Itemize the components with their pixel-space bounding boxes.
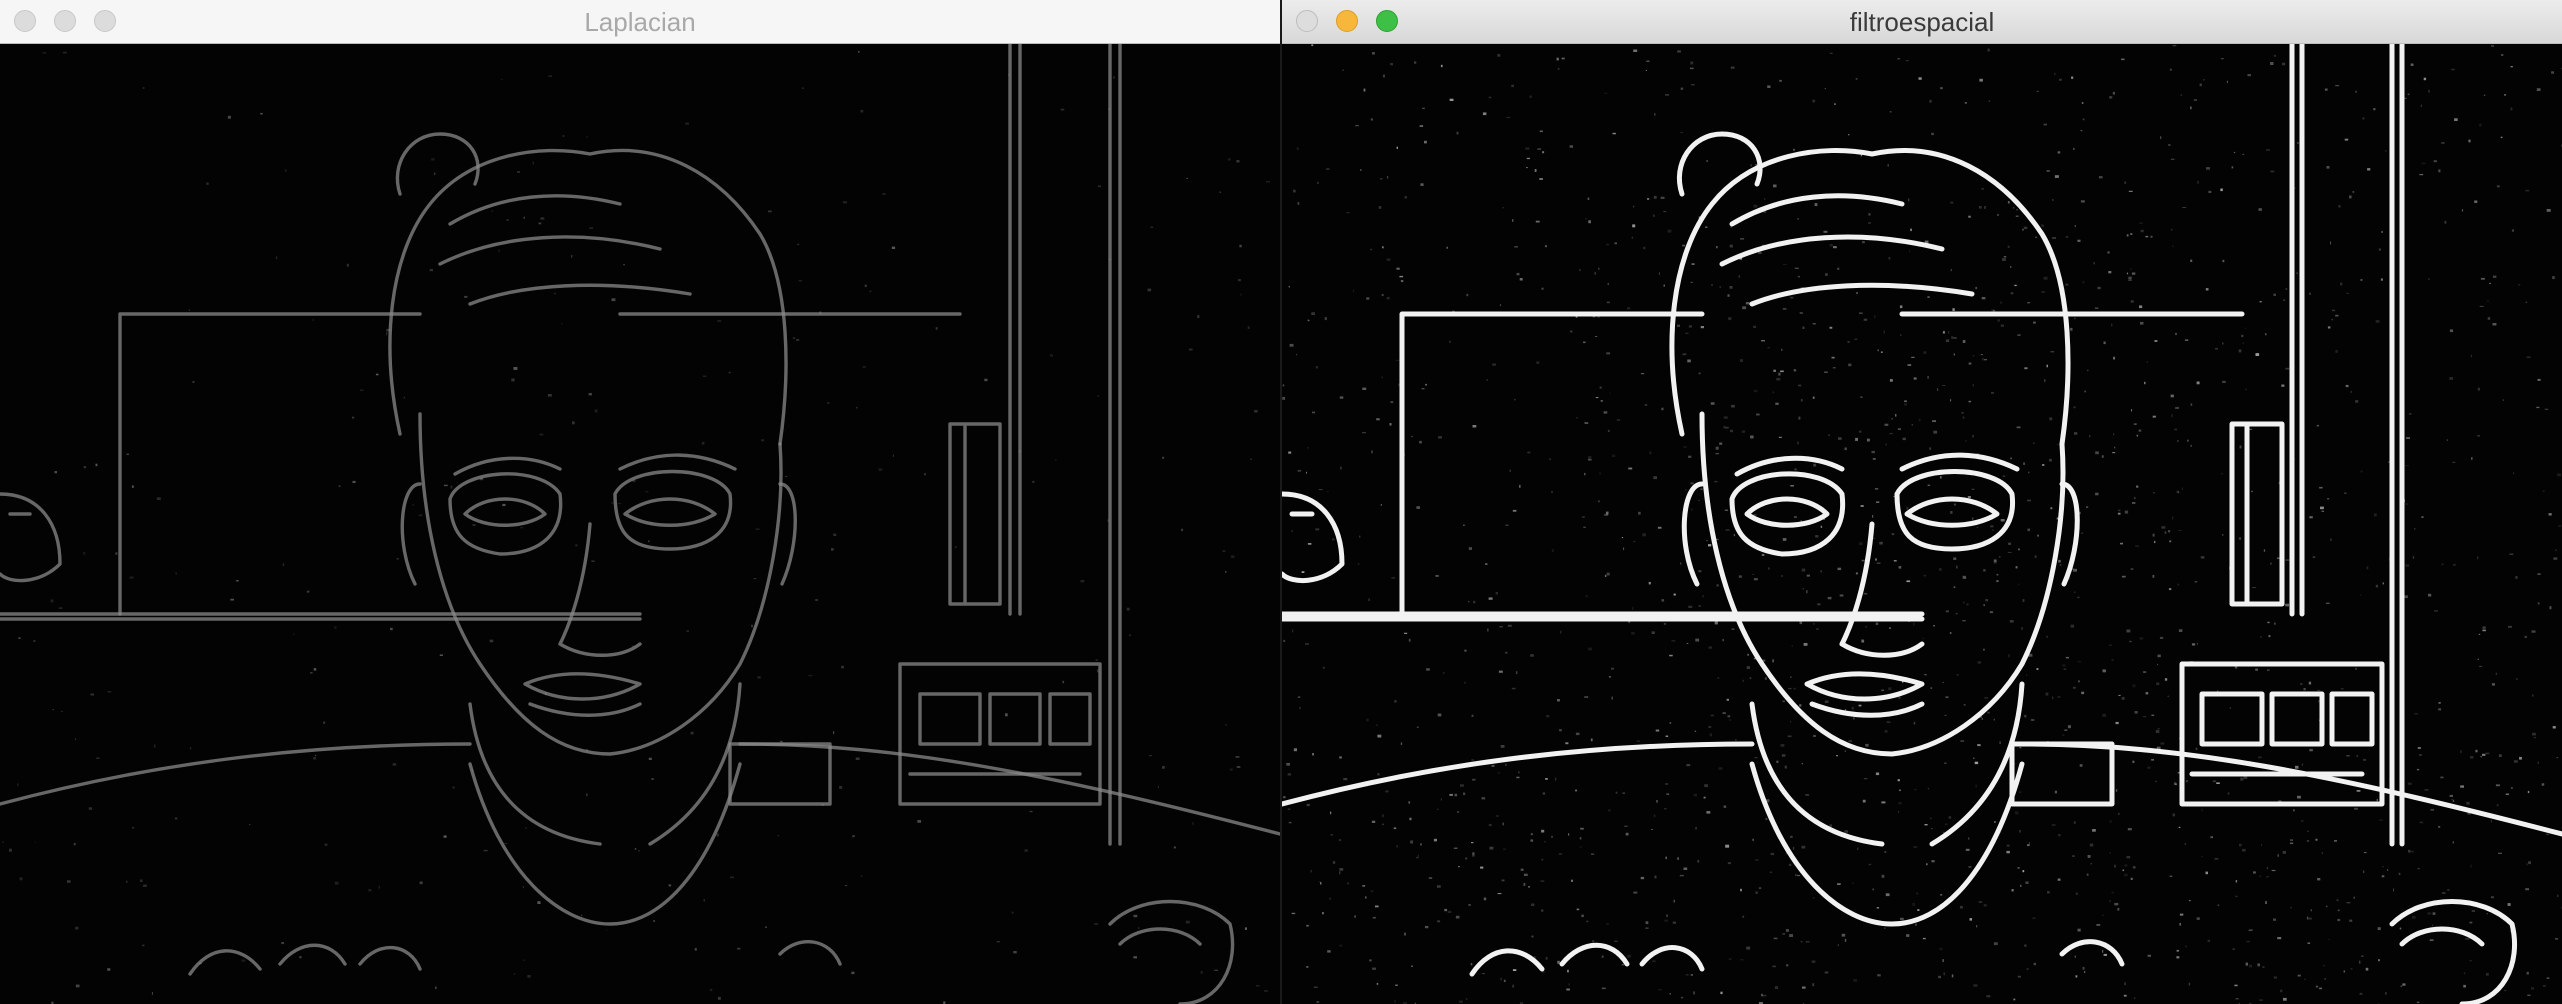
cube	[2009, 741, 2115, 807]
edge-image	[0, 44, 1280, 1004]
shoulders	[0, 742, 1280, 836]
head-outline	[1669, 148, 2071, 447]
shirt-text	[188, 939, 842, 976]
collar	[1749, 761, 2025, 927]
window-title: filtroespacial	[1849, 7, 1995, 37]
mouth	[1804, 671, 1925, 718]
hair-bun	[395, 132, 480, 196]
pole-right	[2389, 44, 2405, 847]
desktop: Laplacian filtroespacial	[0, 0, 2562, 1004]
noise-texture	[2, 50, 1270, 1004]
collar	[468, 762, 742, 926]
microphone	[2389, 899, 2518, 1004]
mouth	[523, 672, 642, 717]
ear-left	[1681, 481, 1705, 587]
shoulders	[1282, 741, 2562, 837]
laplacian-titlebar[interactable]: Laplacian	[0, 0, 1280, 44]
pole-left	[2289, 44, 2305, 617]
laplacian-window: Laplacian	[0, 0, 1280, 1004]
window-title: Laplacian	[584, 7, 696, 37]
shelf-line	[0, 612, 642, 621]
shelf-line	[1282, 611, 1925, 622]
microphone	[1108, 899, 1235, 1004]
nose	[558, 522, 642, 657]
edge-image	[1282, 44, 2562, 1004]
pole-right	[1108, 44, 1122, 846]
eyebrows	[453, 453, 737, 476]
hair-strands	[438, 194, 692, 306]
cube	[728, 742, 832, 806]
filtroespacial-image	[1282, 44, 2562, 1004]
window-frame	[118, 312, 962, 616]
ear-right	[778, 482, 797, 586]
right-eye	[623, 497, 717, 527]
filtroespacial-titlebar[interactable]: filtroespacial	[1282, 0, 2562, 44]
neck	[1749, 681, 2025, 847]
laplacian-image	[0, 44, 1280, 1004]
cabinet	[948, 422, 1002, 606]
neck	[468, 682, 742, 846]
left-objects	[0, 492, 62, 583]
hair-strands	[1719, 193, 1975, 307]
left-eye	[1744, 496, 1830, 528]
hair-bun	[1676, 131, 1763, 197]
left-eye	[463, 497, 547, 527]
left-objects	[1282, 491, 1345, 584]
ear-left	[400, 482, 422, 586]
pole-left	[1008, 44, 1022, 616]
filtroespacial-window: filtroespacial	[1282, 0, 2562, 1004]
cabinet	[2229, 421, 2285, 607]
noise-texture	[1282, 44, 2562, 1004]
head-outline	[388, 148, 788, 446]
